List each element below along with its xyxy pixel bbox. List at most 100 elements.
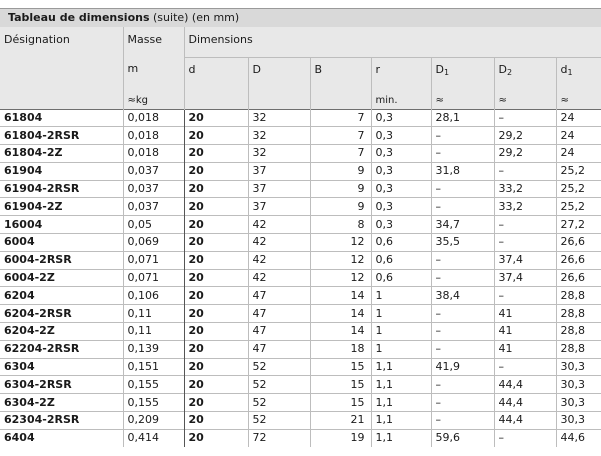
header-D: D <box>247 56 310 109</box>
cell-r: 0,6 <box>370 268 431 287</box>
cell-designation: 16004 <box>0 215 123 234</box>
cell-d: 20 <box>183 126 248 145</box>
cell-d1: 30,3 <box>555 393 601 412</box>
header-r-min: min. <box>375 94 398 106</box>
header-D1-letter: D <box>435 62 444 76</box>
cell-d1: 26,6 <box>555 250 601 270</box>
cell-d: 20 <box>183 144 248 163</box>
cell-d: 20 <box>183 428 248 448</box>
table-row: 62204-2RSR 0,139 20 47 18 1–41 28,8 <box>0 339 601 359</box>
table-row: 6304-2Z 0,155 20 52 15 1,1–44,4 30,3 <box>0 393 601 412</box>
cell-D1: – <box>430 268 494 287</box>
cell-D2: – <box>493 161 556 181</box>
cell-d: 20 <box>183 322 248 341</box>
cell-designation: 6304-2RSR <box>0 375 123 394</box>
cell-D1: – <box>430 179 494 198</box>
header-m-label: m <box>127 62 139 75</box>
cell-D: 52 <box>247 357 310 376</box>
cell-designation: 61804 <box>0 108 123 127</box>
cell-D1: – <box>430 339 494 359</box>
cell-D: 42 <box>247 250 310 270</box>
cell-masse: 0,155 <box>122 393 184 412</box>
cell-r: 1 <box>370 322 431 341</box>
cell-D2: 41 <box>493 304 556 323</box>
header-d1-approx: ≈ <box>560 94 569 106</box>
table-row: 61904 0,037 20 37 9 0,3 31,8–25,2 <box>0 161 601 181</box>
cell-D: 52 <box>247 411 310 430</box>
cell-D: 42 <box>247 215 310 234</box>
table-row: 61804 0,018 20 32 7 0,3 28,1–24 <box>0 108 601 127</box>
cell-D1: – <box>430 411 494 430</box>
cell-d1: 25,2 <box>555 197 601 216</box>
cell-masse: 0,139 <box>122 339 184 359</box>
cell-d: 20 <box>183 304 248 323</box>
cell-B: 8 <box>309 215 371 234</box>
cell-d: 20 <box>183 108 248 127</box>
cell-d1: 30,3 <box>555 357 601 376</box>
cell-D: 37 <box>247 161 310 181</box>
cell-r: 1,1 <box>370 357 431 376</box>
cell-D2: 29,2 <box>493 144 556 163</box>
cell-D1: – <box>430 144 494 163</box>
cell-D1: – <box>430 322 494 341</box>
table-row: 6004-2Z 0,071 20 42 12 0,6–37,4 26,6 <box>0 268 601 287</box>
cell-d: 20 <box>183 250 248 270</box>
header-B: B <box>309 56 371 109</box>
cell-masse: 0,071 <box>122 250 184 270</box>
cell-D1: 35,5 <box>430 233 494 252</box>
cell-D: 47 <box>247 304 310 323</box>
table-row: 6304 0,151 20 52 15 1,1 41,9–30,3 <box>0 357 601 376</box>
cell-D2: 41 <box>493 339 556 359</box>
cell-designation: 6204-2Z <box>0 322 123 341</box>
cell-B: 15 <box>309 393 371 412</box>
cell-d: 20 <box>183 179 248 198</box>
header-D1-approx: ≈ <box>435 94 444 106</box>
header-D1: D1 ≈ <box>430 56 494 109</box>
cell-r: 0,6 <box>370 233 431 252</box>
cell-d: 20 <box>183 286 248 305</box>
cell-D1: 38,4 <box>430 286 494 305</box>
table-row: 61804-2Z 0,018 20 32 7 0,3–29,2 24 <box>0 144 601 163</box>
cell-D: 32 <box>247 108 310 127</box>
cell-d1: 26,6 <box>555 268 601 287</box>
cell-d1: 28,8 <box>555 286 601 305</box>
cell-D2: – <box>493 215 556 234</box>
header-designation: Désignation <box>0 27 123 109</box>
cell-d: 20 <box>183 411 248 430</box>
cell-d1: 25,2 <box>555 161 601 181</box>
table-title-suffix: (suite) (en mm) <box>149 11 240 24</box>
cell-masse: 0,155 <box>122 375 184 394</box>
cell-d: 20 <box>183 268 248 287</box>
dimension-table-page: Tableau de dimensions (suite) (en mm) Dé… <box>0 0 601 456</box>
cell-masse: 0,11 <box>122 322 184 341</box>
cell-d: 20 <box>183 393 248 412</box>
cell-D: 52 <box>247 393 310 412</box>
cell-D: 72 <box>247 428 310 448</box>
cell-D: 42 <box>247 268 310 287</box>
cell-D: 42 <box>247 233 310 252</box>
cell-D1: – <box>430 375 494 394</box>
cell-masse: 0,037 <box>122 179 184 198</box>
cell-masse: 0,037 <box>122 161 184 181</box>
cell-designation: 6304 <box>0 357 123 376</box>
cell-B: 9 <box>309 197 371 216</box>
table-row: 61904-2RSR 0,037 20 37 9 0,3–33,2 25,2 <box>0 179 601 198</box>
cell-d1: 27,2 <box>555 215 601 234</box>
cell-D: 47 <box>247 286 310 305</box>
cell-d1: 24 <box>555 126 601 145</box>
cell-D2: – <box>493 108 556 127</box>
header-D2-approx: ≈ <box>498 94 507 106</box>
cell-r: 0,3 <box>370 126 431 145</box>
cell-d1: 25,2 <box>555 179 601 198</box>
cell-designation: 6204-2RSR <box>0 304 123 323</box>
dimensions-table: Désignation Masse Dimensions m ≈kg d D B <box>0 27 601 448</box>
cell-masse: 0,018 <box>122 144 184 163</box>
header-dimensions: Dimensions <box>183 27 601 57</box>
cell-D1: 59,6 <box>430 428 494 448</box>
cell-B: 9 <box>309 161 371 181</box>
cell-r: 1,1 <box>370 411 431 430</box>
cell-B: 14 <box>309 286 371 305</box>
cell-D2: 44,4 <box>493 375 556 394</box>
cell-d: 20 <box>183 161 248 181</box>
cell-D2: 44,4 <box>493 393 556 412</box>
